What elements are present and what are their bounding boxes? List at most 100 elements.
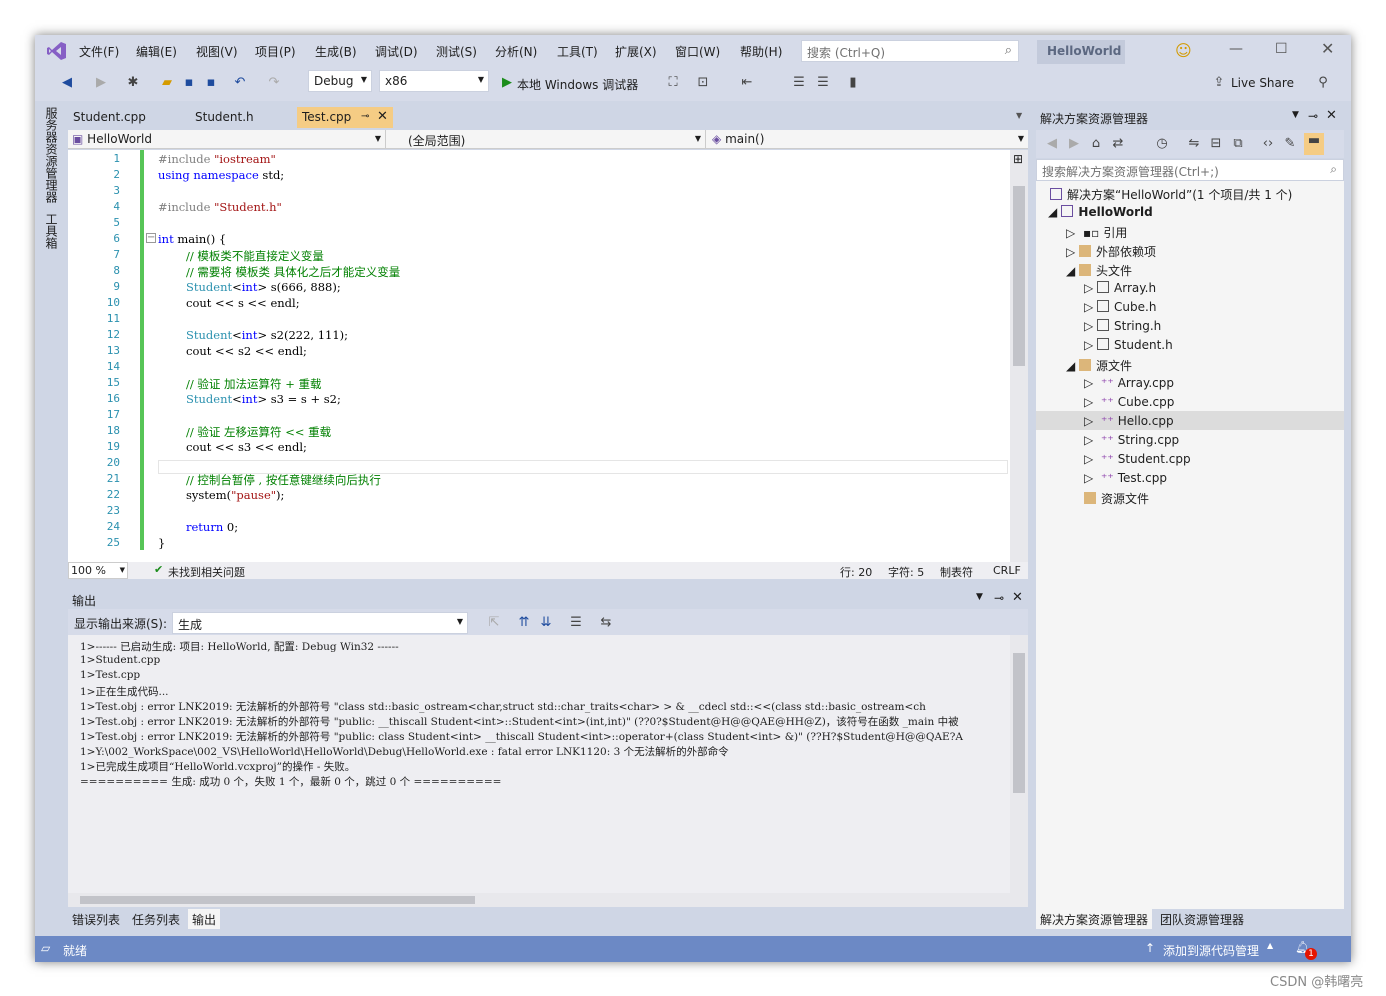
tree-source-folder[interactable]: ◢ 源文件 (1066, 357, 1132, 374)
uncomment-icon[interactable]: ☰ (815, 75, 831, 91)
new-project-icon[interactable]: ✱ (125, 75, 141, 91)
platform-dropdown[interactable]: x86 ▼ (379, 70, 489, 92)
browser-link-icon[interactable]: ⛶ (665, 75, 681, 91)
tree-external-deps[interactable]: ▷ 外部依赖项 (1066, 243, 1156, 260)
output-hscroll-thumb[interactable] (80, 896, 475, 904)
tree-solution[interactable]: 解决方案“HelloWorld”(1 个项目/共 1 个) (1050, 186, 1292, 203)
menu-window[interactable]: 窗口(W) (675, 43, 720, 60)
tree-file-student-h[interactable]: ▷ Student.h (1084, 338, 1173, 352)
menu-project[interactable]: 项目(P) (255, 43, 296, 60)
tab-solution-explorer[interactable]: 解决方案资源管理器 (1036, 909, 1153, 929)
code-editor[interactable]: 1 2 3 4 5 6 7 8 9 10 11 12 13 14 15 16 17 18 19 20 21 22 23 24 2… (68, 150, 1028, 562)
forward-icon[interactable]: ▶ (93, 75, 109, 91)
menu-file[interactable]: 文件(F) (79, 43, 119, 60)
step-icon[interactable]: ⇤ (739, 75, 755, 91)
tree-file-array-cpp[interactable]: ▷ ⁺⁺ Array.cpp (1084, 376, 1174, 390)
output-dropdown-icon[interactable]: ▼ (976, 592, 983, 602)
editor-vscrollbar[interactable]: ⊞ (1010, 150, 1028, 562)
close-tab-icon[interactable]: ✕ (377, 109, 388, 124)
tab-mode[interactable]: 制表符 (940, 564, 973, 580)
next-message-icon[interactable]: ⇊ (538, 615, 554, 631)
output-close-icon[interactable]: ✕ (1012, 590, 1023, 605)
prev-message-icon[interactable]: ⇈ (516, 615, 532, 631)
config-dropdown[interactable]: Debug ▼ (308, 70, 372, 92)
start-debugger-button[interactable]: 本地 Windows 调试器 (517, 76, 638, 93)
tree-file-student-cpp[interactable]: ▷ ⁺⁺ Student.cpp (1084, 452, 1191, 466)
tree-file-string-h[interactable]: ▷ String.h (1084, 319, 1161, 333)
collapse-icon[interactable]: − (146, 233, 156, 243)
tree-file-test-cpp[interactable]: ▷ ⁺⁺ Test.cpp (1084, 471, 1167, 485)
menu-edit[interactable]: 编辑(E) (136, 43, 177, 60)
back-icon[interactable]: ◀ (59, 75, 75, 91)
properties-icon[interactable]: ✎ (1282, 136, 1298, 152)
undo-icon[interactable]: ↶ (232, 75, 248, 91)
tab-student-h[interactable]: Student.h (190, 107, 296, 128)
close-button[interactable]: ✕ (1321, 39, 1334, 58)
show-all-files-icon[interactable]: ⧉ (1230, 136, 1246, 152)
menu-extensions[interactable]: 扩展(X) (615, 43, 657, 60)
split-icon[interactable]: ⊞ (1013, 152, 1023, 166)
pending-changes-icon[interactable]: ◷ (1154, 136, 1170, 152)
se-forward-icon[interactable]: ▶ (1066, 136, 1082, 152)
word-wrap-icon[interactable]: ⇆ (598, 615, 614, 631)
tree-header-folder[interactable]: ◢ 头文件 (1066, 262, 1132, 279)
start-debug-icon[interactable]: ▶ (499, 75, 515, 91)
tab-task-list[interactable]: 任务列表 (128, 909, 184, 929)
clear-all-icon[interactable]: ☰ (568, 615, 584, 631)
issues-status[interactable]: 未找到相关问题 (168, 564, 245, 580)
tab-test-cpp[interactable]: Test.cpp ⊸ ✕ (297, 107, 393, 128)
se-close-icon[interactable]: ✕ (1326, 108, 1337, 123)
tab-team-explorer[interactable]: 团队资源管理器 (1156, 909, 1248, 929)
menu-debug[interactable]: 调试(D) (375, 43, 418, 60)
tree-file-cube-cpp[interactable]: ▷ ⁺⁺ Cube.cpp (1084, 395, 1174, 409)
preview-icon[interactable]: ▬ (1304, 133, 1324, 155)
tree-references[interactable]: ▷ ▪▫ 引用 (1066, 224, 1127, 241)
account-icon[interactable]: ⚲ (1315, 75, 1331, 91)
screenshot-icon[interactable]: ⊡ (695, 75, 711, 91)
output-hscrollbar[interactable] (68, 893, 1010, 907)
output-pin-icon[interactable]: ⊸ (994, 591, 1004, 605)
menu-tools[interactable]: 工具(T) (557, 43, 598, 60)
tree-file-string-cpp[interactable]: ▷ ⁺⁺ String.cpp (1084, 433, 1179, 447)
save-all-icon[interactable]: ▪ (203, 75, 219, 91)
search-input[interactable]: 搜索 (Ctrl+Q) ⌕ (801, 40, 1019, 62)
comment-icon[interactable]: ☰ (791, 75, 807, 91)
pin-icon[interactable]: ⊸ (361, 111, 369, 122)
scope-dropdown[interactable]: (全局范围) ▼ (388, 130, 706, 149)
redo-icon[interactable]: ↷ (266, 75, 282, 91)
toolbox-tab[interactable]: 工具箱 (43, 213, 60, 249)
se-search-input[interactable]: 搜索解决方案资源管理器(Ctrl+;) ⌕ (1036, 159, 1344, 181)
live-share-button[interactable]: Live Share (1231, 76, 1294, 90)
tree-file-cube-h[interactable]: ▷ Cube.h (1084, 300, 1156, 314)
feedback-icon[interactable]: ☺ (1175, 41, 1192, 60)
se-back-icon[interactable]: ◀ (1044, 136, 1060, 152)
tree-file-hello-cpp[interactable]: ▷ ⁺⁺ Hello.cpp (1084, 414, 1174, 428)
save-icon[interactable]: ▪ (181, 75, 197, 91)
output-source-dropdown[interactable]: 生成 ▼ (172, 612, 468, 634)
add-source-control-button[interactable]: 添加到源代码管理 (1163, 942, 1259, 959)
output-vscrollbar[interactable] (1010, 635, 1028, 907)
tab-output[interactable]: 输出 (188, 909, 221, 929)
tree-file-array-h[interactable]: ▷ Array.h (1084, 281, 1156, 295)
zoom-dropdown[interactable]: 100 % ▼ (68, 562, 128, 579)
menu-test[interactable]: 测试(S) (436, 43, 477, 60)
open-folder-icon[interactable]: ▰ (159, 75, 175, 91)
minimize-button[interactable]: — (1229, 41, 1243, 57)
output-text[interactable]: 1>------ 已启动生成: 项目: HelloWorld, 配置: Debu… (68, 635, 1028, 907)
server-explorer-tab[interactable]: 服务器资源管理器 (43, 107, 60, 203)
collapse-all-icon[interactable]: ⊟ (1208, 136, 1224, 152)
menu-help[interactable]: 帮助(H) (740, 43, 782, 60)
switch-view-icon[interactable]: ⇄ (1110, 136, 1126, 152)
tab-overflow-icon[interactable]: ▼ (1016, 111, 1022, 120)
tab-student-cpp[interactable]: Student.cpp (68, 107, 191, 128)
tree-project[interactable]: ◢ HelloWorld (1048, 205, 1153, 219)
member-dropdown[interactable]: ◈ main() ▼ (708, 130, 1028, 149)
project-dropdown[interactable]: ▣ HelloWorld ▼ (68, 130, 386, 149)
tree-resource-folder[interactable]: 资源文件 (1084, 490, 1149, 507)
maximize-button[interactable]: ☐ (1275, 41, 1288, 57)
view-code-icon[interactable]: ‹› (1260, 136, 1276, 152)
se-pin-icon[interactable]: ⊸ (1308, 109, 1318, 123)
tab-error-list[interactable]: 错误列表 (68, 909, 124, 929)
eol-mode[interactable]: CRLF (993, 564, 1021, 577)
menu-analyze[interactable]: 分析(N) (495, 43, 537, 60)
